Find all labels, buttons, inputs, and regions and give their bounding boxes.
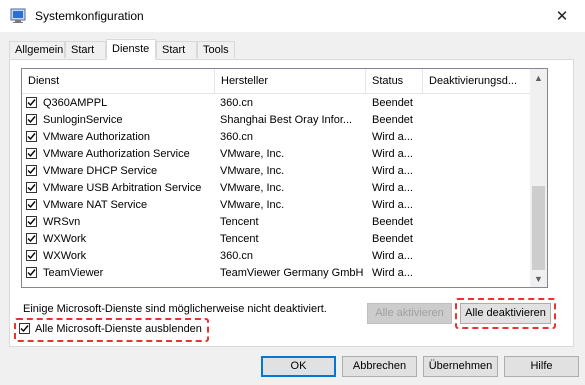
help-button[interactable]: Hilfe xyxy=(504,356,579,377)
service-name: TeamViewer xyxy=(43,267,104,279)
checkmark-icon xyxy=(27,235,36,243)
service-checkbox[interactable] xyxy=(26,165,37,176)
service-rows: Q360AMPPL 360.cn Beendet SunloginService Sha… xyxy=(22,95,530,282)
vertical-scrollbar[interactable]: ▲ ▼ xyxy=(530,69,547,287)
table-row[interactable]: TeamViewer TeamViewer Germany GmbH Wird a.… xyxy=(22,265,530,282)
system-configuration-window: Systemkonfiguration ✕ Allgemein Start Di… xyxy=(0,0,585,385)
service-name: VMware Authorization xyxy=(43,131,150,143)
hide-microsoft-label: Alle Microsoft-Dienste ausblenden xyxy=(35,323,202,335)
service-checkbox[interactable] xyxy=(26,97,37,108)
checkmark-icon xyxy=(27,269,36,277)
service-status: Beendet xyxy=(372,114,413,126)
tab-allgemein[interactable]: Allgemein xyxy=(9,41,65,58)
service-checkbox[interactable] xyxy=(26,267,37,278)
scrollbar-thumb[interactable] xyxy=(532,186,545,270)
checkmark-icon xyxy=(27,252,36,260)
checkmark-icon xyxy=(27,218,36,226)
hide-microsoft-checkbox[interactable] xyxy=(19,323,30,334)
table-row[interactable]: VMware NAT Service VMware, Inc. Wird a... xyxy=(22,197,530,214)
service-name: VMware Authorization Service xyxy=(43,148,190,160)
column-header-service[interactable]: Dienst xyxy=(22,69,215,93)
column-header-manufacturer[interactable]: Hersteller xyxy=(215,69,366,93)
service-checkbox[interactable] xyxy=(26,182,37,193)
disable-all-button[interactable]: Alle deaktivieren xyxy=(460,303,551,324)
service-manufacturer: 360.cn xyxy=(220,250,254,262)
column-header-status[interactable]: Status xyxy=(366,69,423,93)
close-button[interactable]: ✕ xyxy=(539,0,585,32)
service-status: Beendet xyxy=(372,233,413,245)
service-status: Beendet xyxy=(372,216,413,228)
service-manufacturer: Tencent xyxy=(220,216,259,228)
table-row[interactable]: VMware USB Arbitration Service VMware, In… xyxy=(22,180,530,197)
service-name: WXWork xyxy=(43,233,87,245)
checkmark-icon xyxy=(27,201,36,209)
tab-tools[interactable]: Tools xyxy=(197,41,235,58)
service-name: SunloginService xyxy=(43,114,123,126)
tab-start-2[interactable]: Start xyxy=(156,41,197,58)
service-checkbox[interactable] xyxy=(26,233,37,244)
service-manufacturer: VMware, Inc. xyxy=(220,182,285,194)
table-row[interactable]: Q360AMPPL 360.cn Beendet xyxy=(22,95,530,112)
microsoft-services-note: Einige Microsoft-Dienste sind möglicherw… xyxy=(23,303,327,315)
service-manufacturer: 360.cn xyxy=(220,97,254,109)
service-status: Wird a... xyxy=(372,199,413,211)
table-row[interactable]: VMware Authorization Service VMware, Inc.… xyxy=(22,146,530,163)
table-row[interactable]: WXWork Tencent Beendet xyxy=(22,231,530,248)
table-row[interactable]: WXWork 360.cn Wird a... xyxy=(22,248,530,265)
ok-button[interactable]: OK xyxy=(261,356,336,377)
cancel-button[interactable]: Abbrechen xyxy=(342,356,417,377)
table-row[interactable]: VMware Authorization 360.cn Wird a... xyxy=(22,129,530,146)
enable-all-button[interactable]: Alle aktivieren xyxy=(367,303,452,324)
table-row[interactable]: VMware DHCP Service VMware, Inc. Wird a... xyxy=(22,163,530,180)
service-name: VMware USB Arbitration Service xyxy=(43,182,202,194)
msconfig-icon xyxy=(10,8,26,23)
service-status: Wird a... xyxy=(372,165,413,177)
checkmark-icon xyxy=(27,167,36,175)
service-name: WRSvn xyxy=(43,216,81,228)
services-list[interactable]: Dienst Hersteller Status Deaktivierungsd… xyxy=(21,68,548,288)
service-manufacturer: TeamViewer Germany GmbH xyxy=(220,267,364,279)
checkmark-icon xyxy=(27,99,36,107)
scroll-up-icon[interactable]: ▲ xyxy=(530,69,547,86)
checkmark-icon xyxy=(27,133,36,141)
checkmark-icon xyxy=(27,184,36,192)
service-status: Beendet xyxy=(372,97,413,109)
service-status: Wird a... xyxy=(372,250,413,262)
service-checkbox[interactable] xyxy=(26,199,37,210)
service-checkbox[interactable] xyxy=(26,216,37,227)
service-checkbox[interactable] xyxy=(26,148,37,159)
tab-strip: Allgemein Start Dienste Start Tools xyxy=(0,39,585,60)
service-name: VMware NAT Service xyxy=(43,199,148,211)
service-manufacturer: VMware, Inc. xyxy=(220,148,285,160)
scroll-down-icon[interactable]: ▼ xyxy=(530,270,547,287)
service-name: WXWork xyxy=(43,250,87,262)
service-manufacturer: VMware, Inc. xyxy=(220,165,285,177)
table-row[interactable]: SunloginService Shanghai Best Oray Infor.… xyxy=(22,112,530,129)
apply-button[interactable]: Übernehmen xyxy=(423,356,498,377)
service-status: Wird a... xyxy=(372,267,413,279)
checkmark-icon xyxy=(27,116,36,124)
checkmark-icon xyxy=(27,150,36,158)
service-manufacturer: Shanghai Best Oray Infor... xyxy=(220,114,353,126)
window-title: Systemkonfiguration xyxy=(35,9,144,23)
list-header: Dienst Hersteller Status Deaktivierungsd… xyxy=(22,69,530,94)
title-bar: Systemkonfiguration ✕ xyxy=(0,0,585,32)
tab-start[interactable]: Start xyxy=(65,41,106,58)
service-status: Wird a... xyxy=(372,131,413,143)
column-header-disabled-date[interactable]: Deaktivierungsd... xyxy=(423,69,530,93)
tab-dienste[interactable]: Dienste xyxy=(106,39,156,60)
service-status: Wird a... xyxy=(372,148,413,160)
service-checkbox[interactable] xyxy=(26,250,37,261)
service-checkbox[interactable] xyxy=(26,114,37,125)
service-manufacturer: VMware, Inc. xyxy=(220,199,285,211)
service-name: VMware DHCP Service xyxy=(43,165,158,177)
service-name: Q360AMPPL xyxy=(43,97,108,109)
service-checkbox[interactable] xyxy=(26,131,37,142)
close-icon: ✕ xyxy=(555,8,569,25)
table-row[interactable]: WRSvn Tencent Beendet xyxy=(22,214,530,231)
checkmark-icon xyxy=(20,325,29,333)
service-manufacturer: 360.cn xyxy=(220,131,254,143)
service-status: Wird a... xyxy=(372,182,413,194)
service-manufacturer: Tencent xyxy=(220,233,259,245)
